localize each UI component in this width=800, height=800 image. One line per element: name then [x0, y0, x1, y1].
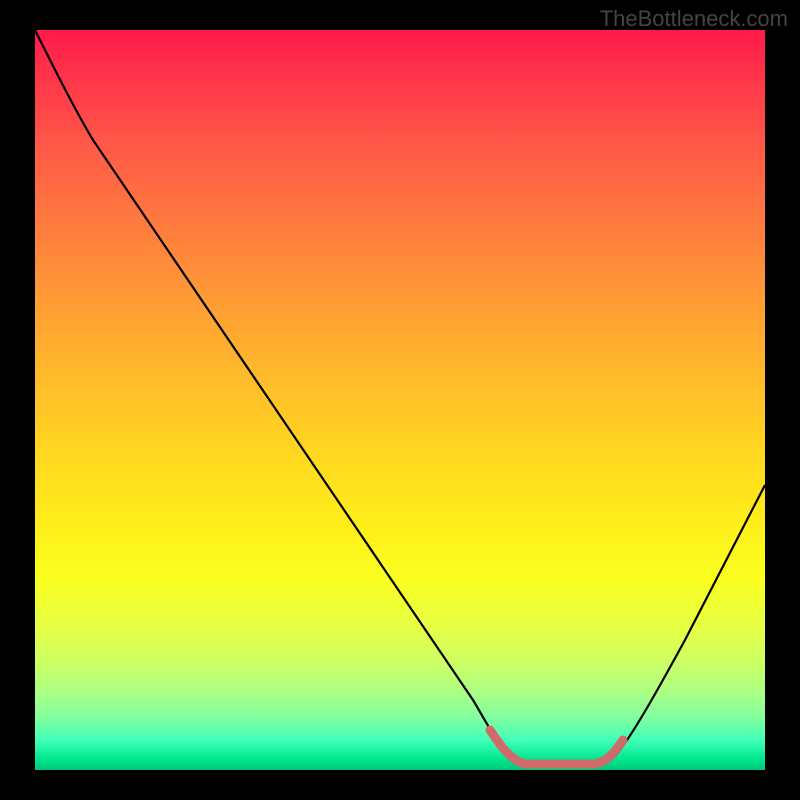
watermark-text: TheBottleneck.com [600, 6, 788, 32]
chart-svg [35, 30, 765, 770]
chart-plot-area [35, 30, 765, 770]
highlight-curve-path [490, 730, 623, 764]
main-curve-path [35, 30, 765, 766]
